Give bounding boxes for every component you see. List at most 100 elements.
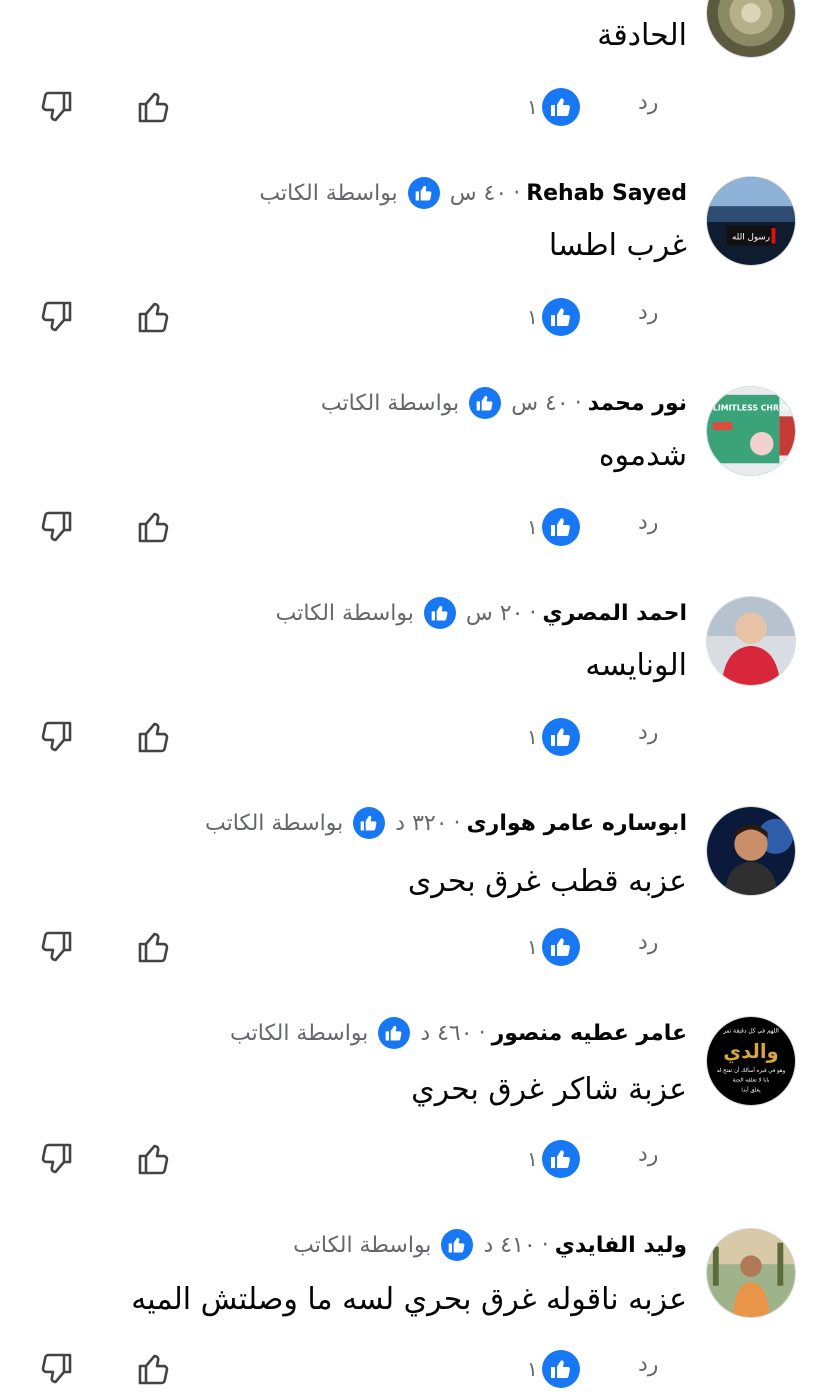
thumbs-up-icon[interactable] [136, 1350, 174, 1388]
avatar[interactable] [706, 596, 796, 686]
separator-dot: · [478, 1020, 486, 1046]
separator-dot: · [574, 390, 582, 416]
comment-actions: رد ١ [0, 1140, 824, 1180]
author-name[interactable]: Rehab Sayed [526, 181, 687, 206]
like-reaction-icon [541, 1350, 580, 1388]
thumbs-down-icon[interactable] [36, 1140, 74, 1178]
separator-dot: · [513, 180, 521, 206]
comment-text: الونايسه [585, 648, 687, 683]
comment-text: غرب اطسا [548, 228, 687, 263]
author-like-badge-icon [407, 177, 440, 209]
thumbs-up-icon[interactable] [136, 88, 174, 126]
comment-meta: وليد الفايدي · ٤١٠ د بواسطة الكاتب [293, 1228, 687, 1262]
reply-button[interactable]: رد [638, 90, 658, 115]
comment-actions: رد ١ [0, 1350, 824, 1390]
author-like-badge-icon [423, 597, 456, 629]
comment-time[interactable]: ٢٠ س [466, 601, 524, 626]
like-reaction-icon [541, 718, 580, 756]
like-reaction-icon [541, 508, 580, 546]
comment-text: شدموه [598, 438, 687, 473]
comment-meta: نور محمد · ٤٠ س بواسطة الكاتب [321, 386, 687, 420]
svg-text:وهو في قبره أسألك أن تفتح له: وهو في قبره أسألك أن تفتح له [717, 1066, 786, 1074]
author-like-badge-icon [378, 1017, 411, 1049]
reaction-summary[interactable]: ١ [527, 1140, 580, 1178]
reaction-summary[interactable]: ١ [527, 928, 580, 966]
reaction-summary[interactable]: ١ [527, 508, 580, 546]
reply-button[interactable]: رد [638, 930, 658, 955]
comment-text: عزبه ناقوله غرق بحري لسه ما وصلتش الميه [131, 1282, 687, 1317]
reply-button[interactable]: رد [638, 510, 658, 535]
avatar[interactable] [706, 806, 796, 896]
reaction-summary[interactable]: ١ [527, 298, 580, 336]
author-like-badge-icon [441, 1229, 474, 1261]
separator-dot: · [529, 600, 537, 626]
comment-actions: رد ١ [0, 928, 824, 968]
by-author-label: بواسطة الكاتب [205, 810, 344, 836]
comment-text: عزبة شاكر غرق بحري [411, 1072, 687, 1107]
thumbs-down-icon[interactable] [36, 1350, 74, 1388]
like-reaction-icon [541, 298, 580, 336]
thumbs-up-icon[interactable] [136, 1140, 174, 1178]
comment-text: عزبه قطب غرق بحرى [407, 864, 687, 899]
comment-meta: عامر عطيه منصور · ٤٦٠ د بواسطة الكاتب [230, 1016, 687, 1050]
author-like-badge-icon [353, 807, 386, 839]
by-author-label: بواسطة الكاتب [293, 1232, 432, 1258]
avatar[interactable]: رسول الله [706, 176, 796, 266]
thumbs-up-icon[interactable] [136, 508, 174, 546]
thumbs-up-icon[interactable] [136, 298, 174, 336]
thumbs-down-icon[interactable] [36, 718, 74, 756]
svg-text:LIMITLESS CHROMAX: LIMITLESS CHROMAX [713, 403, 795, 412]
author-name[interactable]: احمد المصري [542, 601, 687, 626]
separator-dot: · [541, 1232, 549, 1258]
reaction-summary[interactable]: ١ [527, 88, 580, 126]
author-name[interactable]: ابوساره عامر هوارى [467, 811, 687, 836]
reaction-count: ١ [527, 305, 538, 329]
like-reaction-icon [541, 88, 580, 126]
svg-text:بابا لا تغلقه الجنة: بابا لا تغلقه الجنة [733, 1078, 770, 1084]
avatar[interactable] [706, 0, 796, 58]
reply-button[interactable]: رد [638, 1352, 658, 1377]
comment-time[interactable]: ٤٠ س [511, 391, 569, 416]
like-reaction-icon [541, 928, 580, 966]
by-author-label: بواسطة الكاتب [320, 390, 460, 416]
avatar[interactable] [706, 1228, 796, 1318]
comment-time[interactable]: ٣٢٠ د [395, 811, 447, 836]
comment-actions: رد ١ [0, 718, 824, 758]
comment-meta: احمد المصري · ٢٠ س بواسطة الكاتب [276, 596, 687, 630]
reply-button[interactable]: رد [638, 300, 658, 325]
reaction-summary[interactable]: ١ [527, 718, 580, 756]
thumbs-up-icon[interactable] [136, 718, 174, 756]
thumbs-up-icon[interactable] [136, 928, 174, 966]
thumbs-down-icon[interactable] [36, 88, 74, 126]
author-name[interactable]: نور محمد [588, 391, 687, 416]
thumbs-down-icon[interactable] [36, 298, 74, 336]
svg-text:يغلق أبدا: يغلق أبدا [741, 1085, 761, 1093]
by-author-label: بواسطة الكاتب [275, 600, 414, 626]
svg-text:والدي: والدي [723, 1040, 778, 1064]
reaction-summary[interactable]: ١ [527, 1350, 580, 1388]
thumbs-down-icon[interactable] [36, 508, 74, 546]
avatar[interactable]: اللهم في كل دقيقة تمر والدي وهو في قبره … [706, 1016, 796, 1106]
by-author-label: بواسطة الكاتب [259, 180, 398, 206]
reply-button[interactable]: رد [638, 1142, 658, 1167]
separator-dot: · [453, 810, 461, 836]
reaction-count: ١ [527, 515, 538, 539]
comment-actions: رد ١ [0, 88, 824, 128]
author-name[interactable]: عامر عطيه منصور [492, 1021, 687, 1046]
comment-time[interactable]: ٤٦٠ د [420, 1021, 472, 1046]
svg-text:رسول الله: رسول الله [732, 233, 770, 243]
by-author-label: بواسطة الكاتب [230, 1020, 369, 1046]
reaction-count: ١ [527, 1357, 538, 1381]
avatar[interactable]: LIMITLESS CHROMAX [706, 386, 796, 476]
comment-actions: رد ١ [0, 508, 824, 548]
comment-time[interactable]: ٤٠ س [450, 181, 508, 206]
like-reaction-icon [541, 1140, 580, 1178]
comment-time[interactable]: ٤١٠ د [483, 1233, 535, 1258]
thumbs-down-icon[interactable] [36, 928, 74, 966]
comment-actions: رد ١ [0, 298, 824, 338]
author-name[interactable]: وليد الفايدي [555, 1233, 687, 1258]
reply-button[interactable]: رد [638, 720, 658, 745]
comment-meta: Rehab Sayed · ٤٠ س بواسطة الكاتب [259, 176, 687, 210]
reaction-count: ١ [527, 1147, 538, 1171]
author-like-badge-icon [469, 387, 502, 419]
